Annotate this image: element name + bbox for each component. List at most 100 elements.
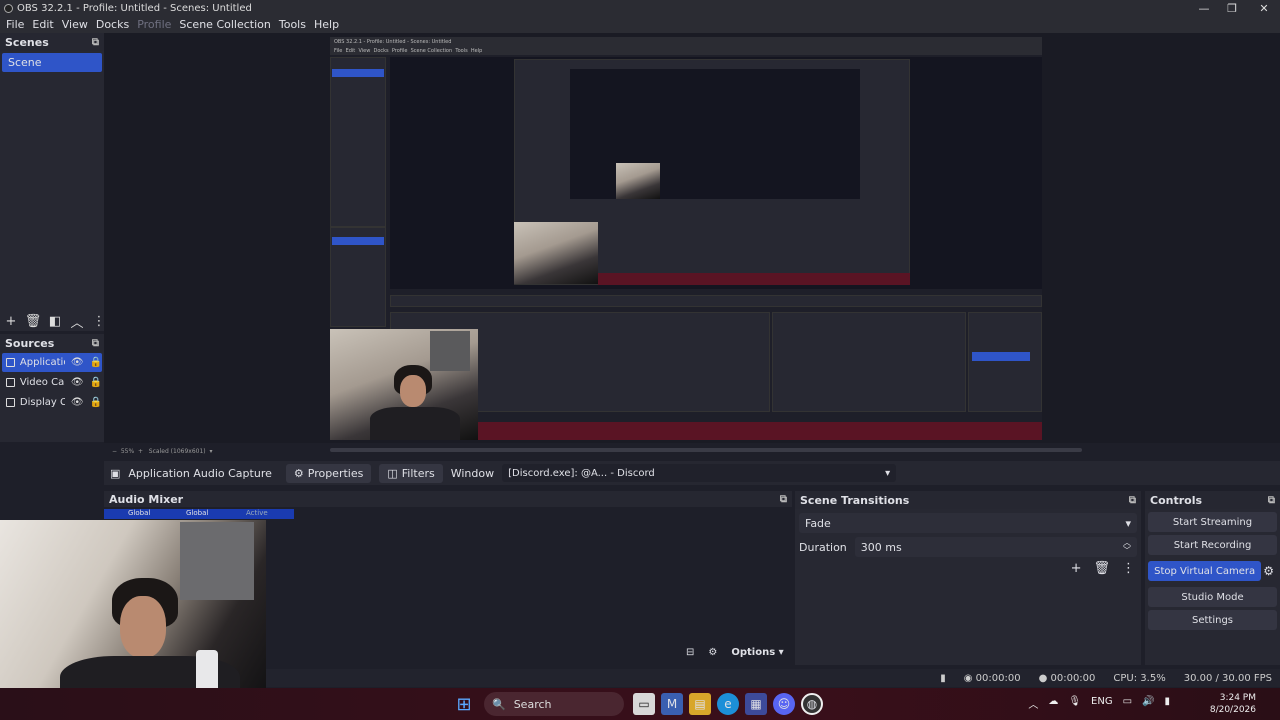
remove-scene-icon[interactable]: 🗑 — [22, 311, 44, 331]
virtual-camera-settings-icon[interactable]: ⚙ — [1263, 564, 1274, 578]
scene-filters-icon[interactable]: ◧ — [44, 311, 66, 331]
add-transition-icon[interactable]: + — [1071, 561, 1082, 576]
duration-value: 300 ms — [860, 540, 902, 554]
mixer-layout-icon[interactable]: ⊟ — [686, 647, 694, 658]
menu-docks[interactable]: Docks — [92, 18, 133, 31]
obs-taskbar-icon[interactable]: ◍ — [801, 693, 823, 715]
menu-file[interactable]: File — [2, 18, 28, 31]
source-label: Video Cap — [19, 377, 65, 388]
spin-arrows-icon[interactable]: ︿ ﹀ — [1123, 539, 1131, 555]
preview-horizontal-scrollbar[interactable] — [330, 448, 1082, 452]
scale-dropdown-icon[interactable]: ▾ — [209, 448, 212, 455]
add-scene-icon[interactable]: + — [0, 311, 22, 331]
discord-icon[interactable]: ☺ — [773, 693, 795, 715]
studio-mode-button[interactable]: Studio Mode — [1148, 587, 1277, 607]
mixer-footer: ⊟ ⚙ Options ▾ — [686, 647, 784, 658]
scene-transitions-title: Scene Transitions — [800, 493, 910, 507]
rec-status: ● 00:00:00 — [1038, 672, 1096, 684]
menu-view[interactable]: View — [58, 18, 92, 31]
visibility-eye-icon[interactable]: 👁 — [71, 357, 84, 368]
lock-icon[interactable]: 🔒 — [90, 377, 102, 388]
menu-tools[interactable]: Tools — [275, 18, 310, 31]
source-item-video-capture[interactable]: Video Cap 👁 🔒 — [2, 373, 102, 392]
stop-virtual-camera-button[interactable]: Stop Virtual Camera — [1148, 561, 1262, 581]
language-indicator[interactable]: ENG — [1091, 696, 1113, 711]
gear-icon: ⚙ — [293, 466, 304, 480]
undock-icon[interactable]: ⧉ — [1129, 495, 1136, 506]
window-title: OBS 32.2.1 - Profile: Untitled - Scenes:… — [17, 2, 252, 14]
tray-expand-icon[interactable]: ︿ — [1028, 696, 1038, 711]
lock-icon[interactable]: 🔒 — [90, 397, 102, 408]
chevron-down-icon: ▾ — [885, 467, 891, 479]
menu-profile[interactable]: Profile — [133, 18, 175, 31]
sources-title: Sources — [5, 336, 55, 350]
options-label: Options — [731, 647, 776, 658]
stream-status: ◉ 00:00:00 — [963, 672, 1021, 684]
visibility-eye-icon[interactable]: 👁 — [71, 377, 84, 388]
volume-icon[interactable]: 🔊 — [1142, 696, 1154, 711]
store-icon[interactable]: ▦ — [745, 693, 767, 715]
menu-bar: File Edit View Docks Profile Scene Colle… — [0, 16, 1280, 33]
scenes-dock-header: Scenes ⧉ — [0, 33, 104, 51]
menu-scene-collection[interactable]: Scene Collection — [175, 18, 274, 31]
system-tray: ︿ ☁ 🎙 ENG ▭ 🔊 ▮ — [1028, 696, 1170, 711]
undock-icon[interactable]: ⧉ — [92, 338, 99, 349]
display-icon[interactable]: ▭ — [1123, 696, 1132, 711]
task-view-icon[interactable]: ▭ — [633, 693, 655, 715]
battery-icon[interactable]: ▮ — [1164, 696, 1170, 711]
lock-icon[interactable]: 🔒 — [90, 357, 102, 368]
scenes-dock: Scenes ⧉ Scene — [0, 33, 104, 331]
scene-list-item[interactable]: Scene — [2, 53, 102, 72]
visibility-eye-icon[interactable]: 👁 — [71, 397, 84, 408]
settings-button[interactable]: Settings — [1148, 610, 1277, 630]
window-select[interactable]: [Discord.exe]: @A... - Discord ▾ — [502, 464, 897, 482]
undock-icon[interactable]: ⧉ — [1268, 495, 1275, 506]
poster-image — [180, 522, 254, 600]
preview-canvas[interactable]: OBS 32.2.1 - Profile: Untitled - Scenes:… — [330, 37, 1042, 440]
undock-icon[interactable]: ⧉ — [780, 494, 787, 505]
maximize-button[interactable]: ❐ — [1216, 0, 1248, 16]
start-streaming-button[interactable]: Start Streaming — [1148, 512, 1277, 532]
source-item-application-audio[interactable]: Applicatio 👁 🔒 — [2, 353, 102, 372]
remove-transition-icon[interactable]: 🗑 — [1093, 561, 1110, 576]
nested-menu-file: File — [334, 48, 343, 54]
transition-menu-icon[interactable]: ⋮ — [1122, 561, 1135, 576]
cloud-icon[interactable]: ☁ — [1048, 696, 1058, 711]
audio-mixer-header: Audio Mixer ⧉ — [104, 491, 792, 507]
mixer-channel-strip: Global Global Active — [104, 509, 294, 519]
title-bar: OBS 32.2.1 - Profile: Untitled - Scenes:… — [0, 0, 1280, 16]
mic-icon[interactable]: 🎙 — [1068, 696, 1081, 711]
properties-label: Properties — [307, 466, 364, 480]
windows-taskbar: ⊞ 🔍 Search ▭ M ▤ e ▦ ☺ ◍ ︿ ☁ 🎙 ENG ▭ 🔊 ▮… — [0, 688, 1280, 720]
transition-select[interactable]: Fade ▾ — [799, 513, 1137, 533]
close-button[interactable]: ✕ — [1248, 0, 1280, 16]
selected-source-name: Application Audio Capture — [128, 466, 272, 480]
properties-button[interactable]: ⚙ Properties — [285, 463, 372, 483]
scene-label: Scene — [8, 56, 42, 69]
move-scene-up-icon[interactable]: ︿ — [66, 311, 88, 331]
taskbar-search[interactable]: 🔍 Search — [484, 692, 624, 716]
file-explorer-icon[interactable]: ▤ — [689, 693, 711, 715]
nested-webcam-2 — [514, 222, 598, 284]
source-item-display-capture[interactable]: Display Ca 👁 🔒 — [2, 393, 102, 412]
nested-menu-scene-collection: Scene Collection — [410, 48, 453, 54]
undock-icon[interactable]: ⧉ — [92, 37, 99, 48]
windows-start-icon[interactable]: ⊞ — [453, 693, 475, 715]
mixer-settings-icon[interactable]: ⚙ — [708, 647, 717, 658]
filters-button[interactable]: ◫ Filters — [379, 463, 443, 483]
system-clock[interactable]: 3:24 PM 8/20/2026 — [1210, 692, 1256, 716]
source-type-icon — [6, 378, 15, 387]
menu-help[interactable]: Help — [310, 18, 343, 31]
duration-spinbox[interactable]: 300 ms ︿ ﹀ — [854, 537, 1137, 557]
edge-icon[interactable]: e — [717, 693, 739, 715]
menu-edit[interactable]: Edit — [28, 18, 57, 31]
zoom-in-icon[interactable]: + — [138, 448, 143, 455]
audio-source-icon: ▣ — [110, 466, 121, 480]
start-recording-button[interactable]: Start Recording — [1148, 535, 1277, 555]
scene-transitions-header: Scene Transitions ⧉ — [795, 491, 1141, 509]
nested-taskbar-2 — [598, 273, 910, 285]
zoom-out-icon[interactable]: − — [112, 448, 117, 455]
mixer-options-button[interactable]: Options ▾ — [731, 647, 783, 658]
m365-icon[interactable]: M — [661, 693, 683, 715]
nested-menu-bar: File Edit View Docks Profile Scene Colle… — [330, 47, 1042, 55]
